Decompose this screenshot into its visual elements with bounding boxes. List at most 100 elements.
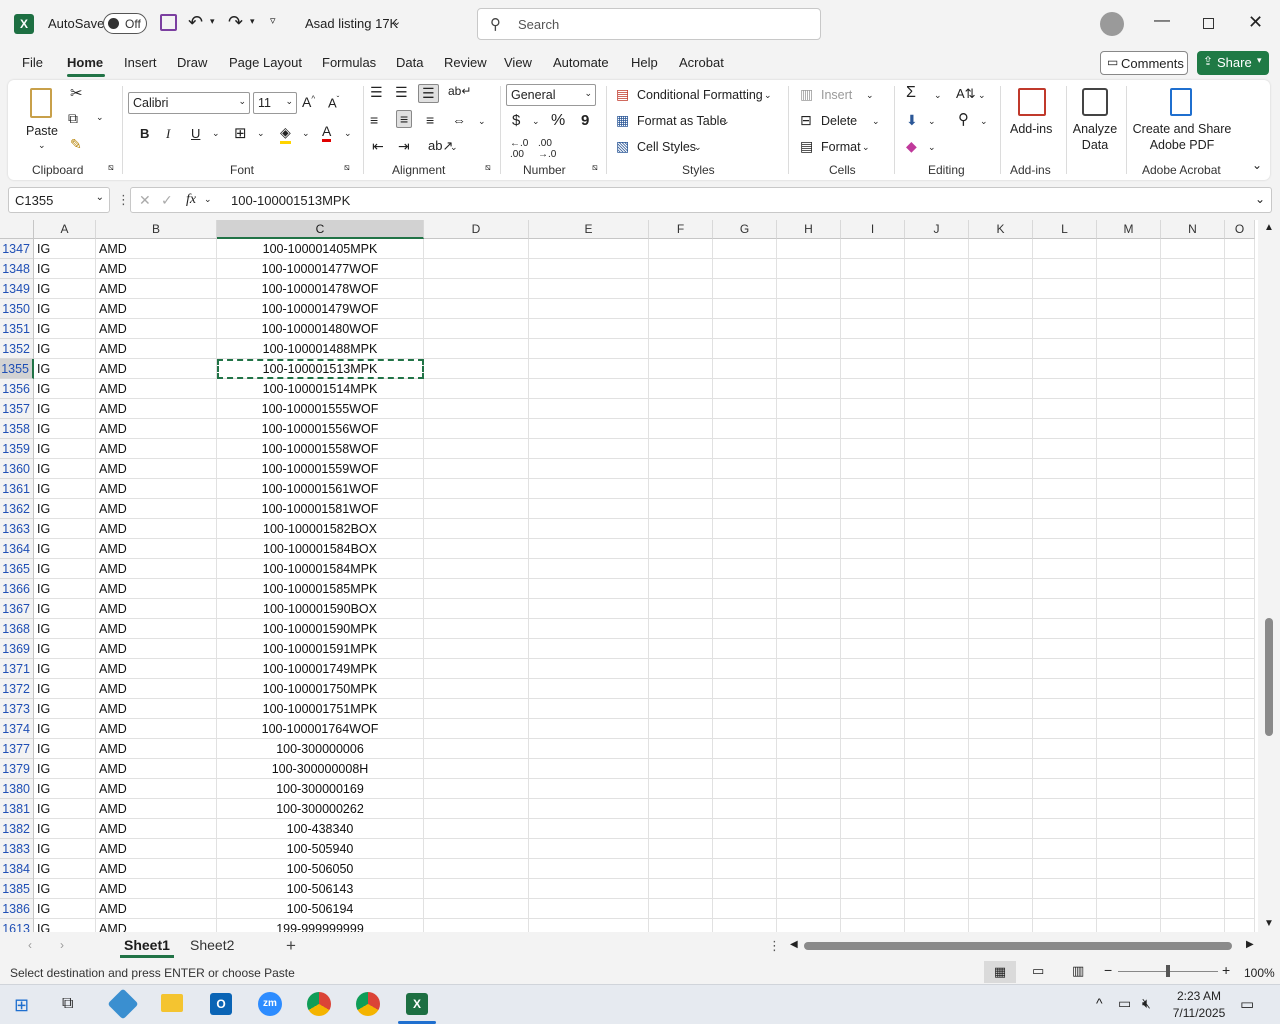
cell-b[interactable]: AMD [96,739,217,759]
menu-data[interactable]: Data [396,55,423,70]
cell-k[interactable] [969,419,1033,439]
currency-dropdown-icon[interactable]: ⌄ [532,116,540,127]
delete-cells-dropdown-icon[interactable]: ⌄ [872,116,880,127]
cell-o[interactable] [1225,379,1255,399]
cell-n[interactable] [1161,599,1225,619]
cell-o[interactable] [1225,819,1255,839]
cell-k[interactable] [969,299,1033,319]
row-number[interactable]: 1373 [0,699,34,719]
cell-m[interactable] [1097,519,1161,539]
cell-e[interactable] [529,359,649,379]
cell-a[interactable]: IG [34,799,96,819]
align-right-icon[interactable]: ≡ [426,112,434,128]
cell-d[interactable] [424,619,529,639]
cell-i[interactable] [841,899,905,919]
column-header-m[interactable]: M [1097,220,1161,239]
row-number[interactable]: 1377 [0,739,34,759]
cell-b[interactable]: AMD [96,799,217,819]
cell-i[interactable] [841,499,905,519]
cell-c[interactable]: 100-100001558WOF [217,439,424,459]
underline-button[interactable]: U [191,126,200,141]
cell-e[interactable] [529,499,649,519]
cell-j[interactable] [905,919,969,932]
cell-c[interactable]: 100-100001581WOF [217,499,424,519]
cell-l[interactable] [1033,719,1097,739]
cell-a[interactable]: IG [34,379,96,399]
cell-d[interactable] [424,299,529,319]
copy-dropdown-icon[interactable]: ⌄ [96,112,104,123]
cell-j[interactable] [905,379,969,399]
borders-icon[interactable]: ⊞ [234,124,247,142]
cell-d[interactable] [424,479,529,499]
cell-b[interactable]: AMD [96,819,217,839]
format-as-table-icon[interactable]: ▦ [616,112,629,129]
cell-e[interactable] [529,239,649,259]
cell-e[interactable] [529,739,649,759]
cell-c[interactable]: 100-300000006 [217,739,424,759]
font-color-dropdown-icon[interactable]: ⌄ [344,128,352,139]
zoom-slider-thumb[interactable] [1166,965,1170,977]
cell-l[interactable] [1033,819,1097,839]
autosum-dropdown-icon[interactable]: ⌄ [934,90,942,101]
cell-g[interactable] [713,719,777,739]
cell-k[interactable] [969,639,1033,659]
cell-i[interactable] [841,839,905,859]
column-header-l[interactable]: L [1033,220,1097,239]
cell-l[interactable] [1033,339,1097,359]
cell-e[interactable] [529,299,649,319]
cell-k[interactable] [969,879,1033,899]
cell-l[interactable] [1033,379,1097,399]
cell-n[interactable] [1161,399,1225,419]
cell-l[interactable] [1033,739,1097,759]
cell-a[interactable]: IG [34,599,96,619]
cell-l[interactable] [1033,699,1097,719]
cell-g[interactable] [713,239,777,259]
align-center-icon[interactable]: ≡ [396,110,413,128]
cell-a[interactable]: IG [34,819,96,839]
row-number[interactable]: 1382 [0,819,34,839]
zoom-out-icon[interactable]: − [1104,962,1112,978]
cell-k[interactable] [969,259,1033,279]
cell-l[interactable] [1033,839,1097,859]
create-share-pdf-button[interactable]: Create and Share Adobe PDF [1130,86,1234,156]
cell-b[interactable]: AMD [96,579,217,599]
cell-n[interactable] [1161,819,1225,839]
cell-j[interactable] [905,839,969,859]
cell-n[interactable] [1161,639,1225,659]
cell-l[interactable] [1033,639,1097,659]
zoom-app-icon[interactable]: zm [258,992,282,1016]
cell-h[interactable] [777,879,841,899]
delete-cells-icon[interactable]: ⊟ [800,112,812,129]
undo-dropdown-icon[interactable]: ▾ [210,16,215,27]
menu-insert[interactable]: Insert [124,55,157,70]
cell-f[interactable] [649,859,713,879]
column-header-d[interactable]: D [424,220,529,239]
cell-k[interactable] [969,619,1033,639]
cell-o[interactable] [1225,419,1255,439]
cell-n[interactable] [1161,339,1225,359]
select-all-corner[interactable] [0,220,34,239]
fill-dropdown-icon[interactable]: ⌄ [928,116,936,127]
row-number[interactable]: 1613 [0,919,34,932]
customize-qat-icon[interactable]: ▿ [270,14,276,27]
increase-decimal-icon[interactable]: ←.0.00 [510,138,528,160]
cell-b[interactable]: AMD [96,559,217,579]
cell-h[interactable] [777,699,841,719]
cell-d[interactable] [424,719,529,739]
cell-i[interactable] [841,739,905,759]
cell-h[interactable] [777,859,841,879]
cell-b[interactable]: AMD [96,479,217,499]
cell-g[interactable] [713,919,777,932]
cell-l[interactable] [1033,579,1097,599]
cell-l[interactable] [1033,279,1097,299]
cell-h[interactable] [777,419,841,439]
cell-o[interactable] [1225,539,1255,559]
cell-j[interactable] [905,499,969,519]
cell-b[interactable]: AMD [96,599,217,619]
cell-i[interactable] [841,479,905,499]
italic-button[interactable]: I [166,126,170,142]
cell-f[interactable] [649,599,713,619]
cell-e[interactable] [529,719,649,739]
cell-i[interactable] [841,719,905,739]
cell-i[interactable] [841,579,905,599]
